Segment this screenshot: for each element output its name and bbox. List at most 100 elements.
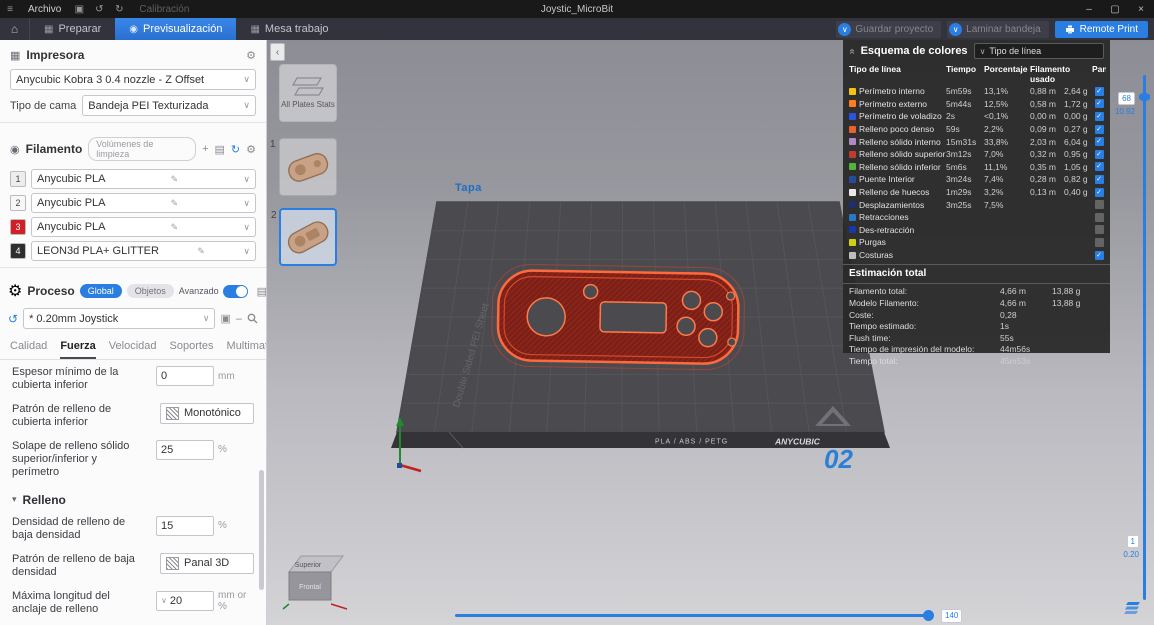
move-slider-handle[interactable] [923,610,934,621]
tab-soportes[interactable]: Soportes [170,340,214,359]
layers-view-icon[interactable] [1124,601,1142,615]
bottom-fill-pattern-select[interactable]: Monotónico [160,402,254,424]
sidebar-scrollbar[interactable] [259,470,264,590]
build-plate[interactable]: Double Sided PEI Sheet PLA / ABS / PETG … [387,190,899,490]
close-button[interactable]: × [1128,0,1154,18]
filament-list-icon[interactable]: ▤ [215,143,225,156]
visibility-checkbox[interactable]: ✓ [1094,86,1104,96]
visibility-checkbox[interactable]: ✓ [1094,200,1104,210]
section-expand-icon[interactable]: ▾ [12,494,17,505]
remote-print-button[interactable]: Remote Print [1054,20,1148,38]
laminar-bandeja-button[interactable]: ∨ Laminar bandeja [947,20,1049,38]
collapse-panel-icon[interactable]: « [846,48,857,54]
preset-select[interactable]: * 0.20mm Joystick ∨ [23,308,216,329]
sync-filament-icon[interactable]: ↻ [231,143,240,156]
collapse-plate-list-button[interactable]: ‹ [270,43,285,61]
menu-calibracion[interactable]: Calibración [129,4,199,15]
chevron-down-icon: ∨ [161,596,167,606]
save-preset-icon[interactable]: ▣ [220,312,230,325]
visibility-checkbox[interactable]: ✓ [1094,162,1104,172]
filament-select-1[interactable]: Anycubic PLA ✎ ∨ [31,169,256,189]
percentage-value: 7,0% [984,149,1004,160]
visibility-checkbox[interactable]: ✓ [1094,99,1104,109]
delete-preset-icon[interactable]: – [236,313,242,325]
line-type-color-swatch [849,87,856,95]
filament-color-chip[interactable]: 4 [10,243,26,259]
infill-anchor-max-input[interactable] [169,594,209,607]
sparse-infill-pattern-select[interactable]: Panal 3D [160,552,254,574]
all-plates-stats-card[interactable]: All Plates Stats [279,64,337,122]
percentage-value: 11,1% [984,161,1008,172]
flush-volumes-button[interactable]: Volúmenes de limpieza [88,137,197,161]
app-menu-icon[interactable]: ≡ [0,4,20,15]
move-slider[interactable]: 140 [455,608,963,624]
search-icon[interactable] [247,313,258,324]
guardar-proyecto-button[interactable]: ∨ Guardar proyecto [836,20,942,38]
tab-preparar[interactable]: ▦ Preparar [30,18,115,40]
home-icon[interactable]: ⌂ [0,18,30,40]
tab-calidad[interactable]: Calidad [10,340,47,359]
process-list-icon[interactable]: ▤ [257,285,266,298]
visibility-checkbox[interactable]: ✓ [1094,111,1104,121]
undo-icon[interactable]: ↺ [89,4,109,15]
infill-anchor-max-combo[interactable]: ∨ [156,590,214,611]
advanced-toggle[interactable] [222,284,248,298]
infill-wall-overlap-input[interactable] [156,439,214,460]
edit-filament-icon[interactable]: ✎ [171,174,179,185]
slice-dropdown-icon[interactable]: ∨ [949,22,963,36]
view-type-select[interactable]: ∨ Tipo de línea [973,43,1104,59]
redo-icon[interactable]: ↻ [109,4,129,15]
plate-2-number: 2 [271,210,277,221]
menu-archivo[interactable]: Archivo [20,4,69,15]
process-global-toggle[interactable]: Global [79,284,122,298]
save-dropdown-icon[interactable]: ∨ [838,22,852,36]
total-label: Tiempo total: [849,355,898,366]
bed-type-select[interactable]: Bandeja PEI Texturizada ∨ [82,95,256,116]
printer-settings-icon[interactable]: ⚙ [246,49,256,62]
plate-thumbnail-2[interactable]: 2 [271,208,337,266]
bottom-shell-thickness-input[interactable] [156,366,214,386]
minimize-button[interactable]: – [1076,0,1102,18]
tab-velocidad[interactable]: Velocidad [109,340,157,359]
process-objects-toggle[interactable]: Objetos [126,284,174,298]
printer-select[interactable]: Anycubic Kobra 3 0.4 nozzle - Z Offset ∨ [10,69,256,90]
visibility-checkbox[interactable]: ✓ [1094,187,1104,197]
reset-preset-icon[interactable]: ↺ [8,312,18,326]
plate-thumbnail-1[interactable]: 1 [270,138,337,196]
layer-slider-track[interactable] [1143,75,1146,600]
tab-previsualizacion[interactable]: ◉ Previsualización [115,18,237,40]
visibility-checkbox[interactable]: ✓ [1094,250,1104,260]
filament-select-4[interactable]: LEON3d PLA+ GLITTER ✎ ∨ [31,241,256,261]
edit-filament-icon[interactable]: ✎ [197,246,205,257]
add-filament-icon[interactable]: + [202,143,208,156]
sliced-model[interactable] [491,264,745,371]
filament-color-chip[interactable]: 1 [10,171,26,187]
advanced-label: Avanzado [178,286,219,296]
line-type-label: Perímetro interno [859,86,925,97]
layer-slider-handle[interactable] [1139,92,1150,102]
visibility-checkbox[interactable]: ✓ [1094,237,1104,247]
tab-multimaterial[interactable]: Multimaterial [227,340,266,359]
move-slider-track[interactable] [455,614,933,617]
visibility-checkbox[interactable]: ✓ [1094,124,1104,134]
filament-color-chip[interactable]: 3 [10,219,26,235]
filament-color-chip[interactable]: 2 [10,195,26,211]
maximize-button[interactable]: ▢ [1102,0,1128,18]
filament-select-3[interactable]: Anycubic PLA ✎ ∨ [31,217,256,237]
save-icon[interactable]: ▣ [69,4,89,15]
filament-weight: 1,72 g [1064,98,1088,109]
visibility-checkbox[interactable]: ✓ [1094,212,1104,222]
line-type-color-swatch [849,112,856,120]
filament-settings-icon[interactable]: ⚙ [246,143,256,156]
stacked-plates-icon [291,77,325,97]
visibility-checkbox[interactable]: ✓ [1094,149,1104,159]
edit-filament-icon[interactable]: ✎ [171,198,179,209]
visibility-checkbox[interactable]: ✓ [1094,174,1104,184]
visibility-checkbox[interactable]: ✓ [1094,137,1104,147]
tab-mesa-trabajo[interactable]: ▦ Mesa trabajo [236,18,342,40]
visibility-checkbox[interactable]: ✓ [1094,225,1104,235]
tab-fuerza[interactable]: Fuerza [60,340,96,359]
sparse-infill-density-input[interactable] [156,515,214,536]
edit-filament-icon[interactable]: ✎ [171,222,179,233]
filament-select-2[interactable]: Anycubic PLA ✎ ∨ [31,193,256,213]
